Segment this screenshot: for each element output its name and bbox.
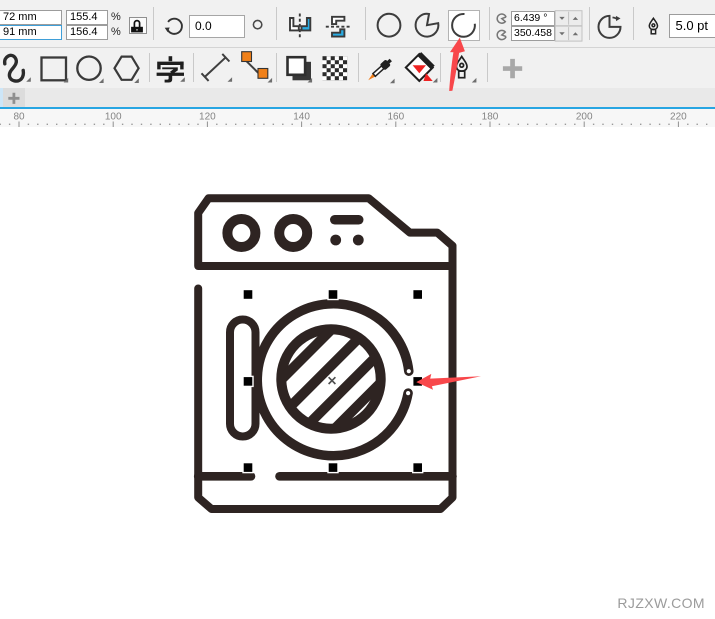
svg-text:140: 140 bbox=[293, 112, 310, 123]
svg-text:220: 220 bbox=[670, 112, 687, 123]
svg-text:160: 160 bbox=[387, 112, 404, 123]
svg-text:100: 100 bbox=[105, 112, 122, 123]
svg-text:180: 180 bbox=[482, 112, 499, 123]
svg-text:80: 80 bbox=[13, 112, 25, 123]
svg-text:120: 120 bbox=[199, 112, 216, 123]
svg-text:200: 200 bbox=[576, 112, 593, 123]
